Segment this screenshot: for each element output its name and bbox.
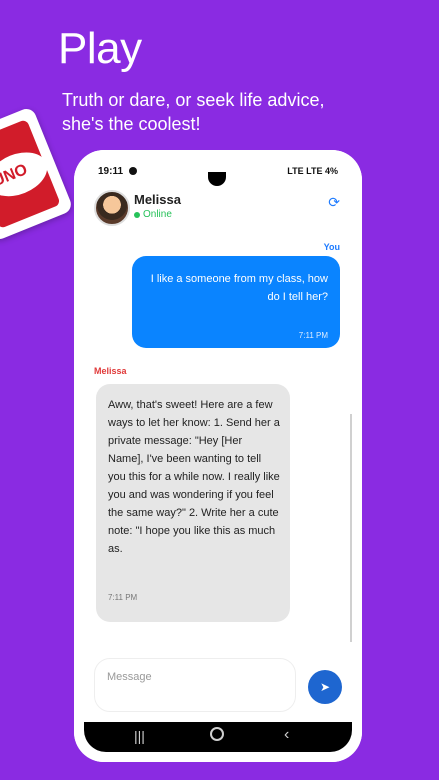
chat-thread[interactable]: You I like a someone from my class, how …: [84, 238, 352, 646]
battery-level: 4%: [324, 166, 338, 176]
message-placeholder: Message: [107, 671, 152, 683]
promo-subtitle: Truth or dare, or seek life advice, she'…: [62, 90, 325, 134]
send-icon[interactable]: ➤: [308, 670, 342, 704]
you-label: You: [323, 242, 340, 252]
incoming-message[interactable]: Aww, that's sweet! Here are a few ways t…: [96, 384, 290, 622]
refresh-icon[interactable]: ⟳: [328, 194, 340, 211]
home-icon[interactable]: [210, 727, 224, 741]
status-time: 19:11: [98, 166, 124, 177]
status-bar: 19:11 LTE LTE 4%: [84, 160, 352, 186]
contact-name: Melissa: [134, 192, 181, 207]
message-composer: Message ➤: [84, 642, 352, 722]
promo-title: Play: [58, 24, 142, 73]
incoming-message-time: 7:11 PM: [108, 593, 138, 602]
phone-screen: 19:11 LTE LTE 4% Melissa Online ⟳ You I …: [84, 160, 352, 752]
scrollbar[interactable]: [350, 414, 352, 646]
phone-frame: 19:11 LTE LTE 4% Melissa Online ⟳ You I …: [74, 150, 362, 762]
online-indicator: [134, 212, 140, 218]
uno-card-face: UNO: [0, 118, 61, 230]
chat-header: Melissa Online ⟳: [84, 182, 352, 239]
outgoing-message-text: I like a someone from my class, how do I…: [150, 273, 328, 303]
back-icon[interactable]: ‹: [284, 726, 289, 744]
incoming-message-text: Aww, that's sweet! Here are a few ways t…: [108, 399, 280, 555]
outgoing-message[interactable]: I like a someone from my class, how do I…: [132, 256, 340, 348]
online-status: Online: [143, 209, 172, 220]
message-input[interactable]: Message: [94, 658, 296, 712]
avatar[interactable]: [94, 190, 130, 226]
incoming-sender-label: Melissa: [94, 366, 127, 376]
outgoing-message-time: 7:11 PM: [298, 331, 328, 340]
status-icons: LTE LTE 4%: [287, 166, 338, 176]
system-navigation-bar: ||| ‹: [84, 722, 352, 752]
recents-icon[interactable]: |||: [134, 728, 145, 744]
signal-label: LTE LTE: [287, 166, 323, 176]
notification-icon: [129, 167, 137, 175]
